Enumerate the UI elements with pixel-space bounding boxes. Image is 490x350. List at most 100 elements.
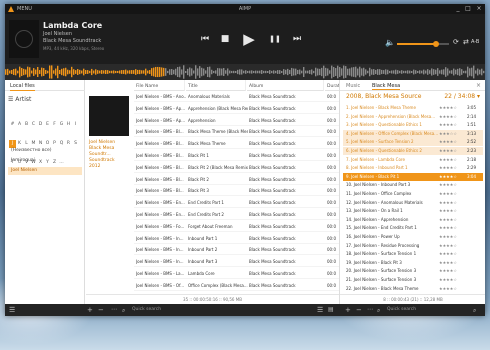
playlist-item-rating[interactable]: ★★★★☆ xyxy=(439,104,465,112)
table-row[interactable]: Joel Nielsen - BMS - Ano... Anomalous Mat… xyxy=(134,92,339,102)
playlist-item-rating[interactable]: ★★★★☆ xyxy=(439,242,465,250)
playlist-item-rating[interactable]: ★★★★☆ xyxy=(439,121,465,129)
playlist-item[interactable]: 12. Joel Nielsen - Anomalous Materials ★★… xyxy=(343,199,483,207)
tab-music[interactable]: Music xyxy=(346,83,360,89)
alphabet-letter[interactable]: C xyxy=(30,121,37,129)
playlist-item-rating[interactable]: ★★★★☆ xyxy=(439,190,465,198)
table-row[interactable]: Joel Nielsen - BMS - Bl... Black Pit 1 Bla… xyxy=(134,151,339,161)
playlist-item-rating[interactable]: ★★★☆☆ xyxy=(439,130,465,138)
table-row[interactable]: Joel Nielsen - BMS - Of... Office Complex… xyxy=(134,281,339,291)
table-row[interactable]: Joel Nielsen - BMS - Ap... Apprehension Bl… xyxy=(134,116,339,126)
playlist-item-rating[interactable]: ★★★★☆ xyxy=(439,173,465,181)
table-row[interactable]: Joel Nielsen - BMS - In... Inbound Part 2… xyxy=(134,245,339,256)
playlist-item[interactable]: 16. Joel Nielsen - Power Up ★★★★☆ xyxy=(343,233,483,241)
waveform-seekbar[interactable] xyxy=(5,64,485,80)
play-icon[interactable]: ▶ xyxy=(239,29,259,49)
artist-filter[interactable]: ☰ Artist xyxy=(8,96,31,103)
minimize-button[interactable]: _ xyxy=(453,5,463,13)
playlist-search-icon[interactable]: ⌕ xyxy=(377,307,380,315)
playlist-item[interactable]: 20. Joel Nielsen - Surface Tension 3 ★★★★… xyxy=(343,267,483,275)
playlist-add-icon[interactable]: + xyxy=(345,306,351,314)
alphabet-letter[interactable]: G xyxy=(58,121,65,129)
alphabet-letter[interactable]: D xyxy=(37,121,44,129)
next-icon[interactable]: ⏭ xyxy=(287,29,307,49)
tab-black-mesa[interactable]: Black Mesa xyxy=(372,83,401,90)
playlist-item-rating[interactable]: ★★★★☆ xyxy=(439,199,465,207)
playlist-item-rating[interactable]: ★★★★☆ xyxy=(439,207,465,215)
artist-item-all[interactable]: (Неизвестно все) xyxy=(8,147,82,155)
playlist-menu-icon[interactable]: ☰ xyxy=(317,306,323,314)
close-tab-icon[interactable]: × xyxy=(476,82,481,89)
shuffle-icon[interactable]: ⇄ xyxy=(463,38,469,46)
column-duration[interactable]: Duratio xyxy=(325,80,344,91)
alphabet-letter[interactable]: F xyxy=(51,121,58,129)
alphabet-letter[interactable]: A xyxy=(16,121,23,129)
column-album[interactable]: Album xyxy=(247,80,324,91)
search-input-playlist[interactable]: Quick search xyxy=(385,306,455,314)
close-button[interactable]: × xyxy=(474,5,484,13)
playlist-item[interactable]: 4. Joel Nielsen - Office Complex (Black … xyxy=(343,129,483,138)
playlist-item-rating[interactable]: ★★★★☆ xyxy=(439,267,465,275)
playlist-group-header[interactable]: 2008, Black Mesa Source 22 / 34:08 ▾ xyxy=(340,91,485,103)
playlist-item[interactable]: 19. Joel Nielsen - Black Pit 3 ★★★★☆ xyxy=(343,259,483,267)
playlist-item[interactable]: 1. Joel Nielsen - Black Mesa Theme ★★★★☆ 3… xyxy=(343,104,483,112)
playlist-item-rating[interactable]: ★★★★☆ xyxy=(439,224,465,232)
playlist-item[interactable]: 5. Joel Nielsen - Surface Tension 2 ★★★★☆… xyxy=(343,138,483,147)
table-row[interactable]: Joel Nielsen - BMS - Bl... Black Pit 2 Bla… xyxy=(134,175,339,185)
playlist-item[interactable]: 18. Joel Nielsen - Surface Tension 1 ★★★★… xyxy=(343,250,483,258)
playlist-item[interactable]: 11. Joel Nielsen - Office Complex ★★★★☆ xyxy=(343,190,483,198)
alphabet-letter[interactable]: H xyxy=(65,121,72,129)
table-row[interactable]: Joel Nielsen - BMS - Bl... Black Pit 2 (B… xyxy=(134,163,339,173)
playlist-item[interactable]: 9. Joel Nielsen - Black Pit 1 ★★★★☆ 3:04 xyxy=(343,172,483,181)
alphabet-letter[interactable]: I xyxy=(72,121,79,129)
table-row[interactable]: Joel Nielsen - BMS - Bl... Black Mesa The… xyxy=(134,139,339,150)
playlist-item[interactable]: 10. Joel Nielsen - Inbound Part 3 ★★★★☆ xyxy=(343,181,483,189)
add-icon[interactable]: + xyxy=(87,306,93,314)
playlist-item-rating[interactable]: ★★★★☆ xyxy=(439,276,465,284)
column-title[interactable]: Title xyxy=(186,80,246,91)
search-go-icon[interactable]: ⌕ xyxy=(473,307,476,315)
playlist-item[interactable]: 13. Joel Nielsen - On a Rail 1 ★★★★☆ xyxy=(343,207,483,215)
playlist-item-rating[interactable]: ★★★★☆ xyxy=(439,285,465,293)
table-row[interactable]: Joel Nielsen - BMS - In... Inbound Part 3… xyxy=(134,257,339,268)
search-icon[interactable]: ⌕ xyxy=(122,307,125,315)
playlist-remove-icon[interactable]: − xyxy=(356,306,362,314)
pause-icon[interactable]: ❚❚ xyxy=(265,29,285,49)
menu-icon[interactable]: ☰ xyxy=(9,306,15,314)
volume-slider[interactable] xyxy=(397,41,449,47)
stop-icon[interactable]: ■ xyxy=(215,29,235,49)
search-input-library[interactable]: Quick search xyxy=(130,306,220,314)
repeat-icon[interactable]: ⟳ xyxy=(453,38,459,46)
alphabet-letter[interactable]: B xyxy=(23,121,30,129)
playlist-item-rating[interactable]: ★★★★☆ xyxy=(439,216,465,224)
table-row[interactable]: Joel Nielsen - BMS - Bl... Black Mesa The… xyxy=(134,127,339,138)
maximize-button[interactable]: □ xyxy=(463,5,473,13)
playlist-item[interactable]: 3. Joel Nielsen - Questionable Ethics 1 ★… xyxy=(343,121,483,129)
table-row[interactable]: Joel Nielsen - BMS - In... Inbound Part 1… xyxy=(134,234,339,244)
artist-item-jamiroquai[interactable]: Jamiroquai xyxy=(8,157,82,165)
playlist-item-rating[interactable]: ★★★★☆ xyxy=(439,138,465,146)
alphabet-letter[interactable]: # xyxy=(9,121,16,129)
list-view-icon[interactable]: ▤ xyxy=(328,306,334,313)
playlist-item[interactable]: 17. Joel Nielsen - Residue Processing ★★★… xyxy=(343,242,483,250)
artist-item-joel-nielsen[interactable]: Joel Nielsen xyxy=(8,167,82,175)
table-row[interactable]: Joel Nielsen - BMS - En... End Credits Pa… xyxy=(134,210,339,220)
playlist-item-rating[interactable]: ★★★★☆ xyxy=(439,181,465,189)
table-row[interactable]: Joel Nielsen - BMS - Fo... Forget About F… xyxy=(134,222,339,232)
table-row[interactable]: Joel Nielsen - BMS - Bl... Black Pit 3 Bla… xyxy=(134,186,339,197)
playlist-options-icon[interactable]: ⋯ xyxy=(367,306,373,313)
playlist-item-rating[interactable]: ★★★★☆ xyxy=(439,113,465,121)
playlist-item[interactable]: 15. Joel Nielsen - End Credits Part 1 ★★★… xyxy=(343,224,483,232)
column-file-name[interactable]: File Name xyxy=(134,80,185,91)
table-row[interactable]: Joel Nielsen - BMS - La... Lambda Core Bla… xyxy=(134,269,339,279)
options-icon[interactable]: ⋯ xyxy=(111,306,117,313)
volume-knob[interactable] xyxy=(433,41,439,47)
playlist-item[interactable]: 2. Joel Nielsen - Apprehension (Black Me… xyxy=(343,113,483,121)
playlist-item[interactable]: 6. Joel Nielsen - Questionable Ethics 2 ★… xyxy=(343,147,483,155)
previous-icon[interactable]: ⏮ xyxy=(195,29,215,49)
playlist-item[interactable]: 7. Joel Nielsen - Lambda Core ★★★★☆ 2:18 xyxy=(343,156,483,164)
alphabet-letter[interactable]: E xyxy=(44,121,51,129)
playlist-item-rating[interactable]: ★★★★☆ xyxy=(439,147,465,155)
playlist-item[interactable]: 21. Joel Nielsen - Surface Tension 3 ★★★★… xyxy=(343,276,483,284)
playlist-item-rating[interactable]: ★★★★☆ xyxy=(439,259,465,267)
